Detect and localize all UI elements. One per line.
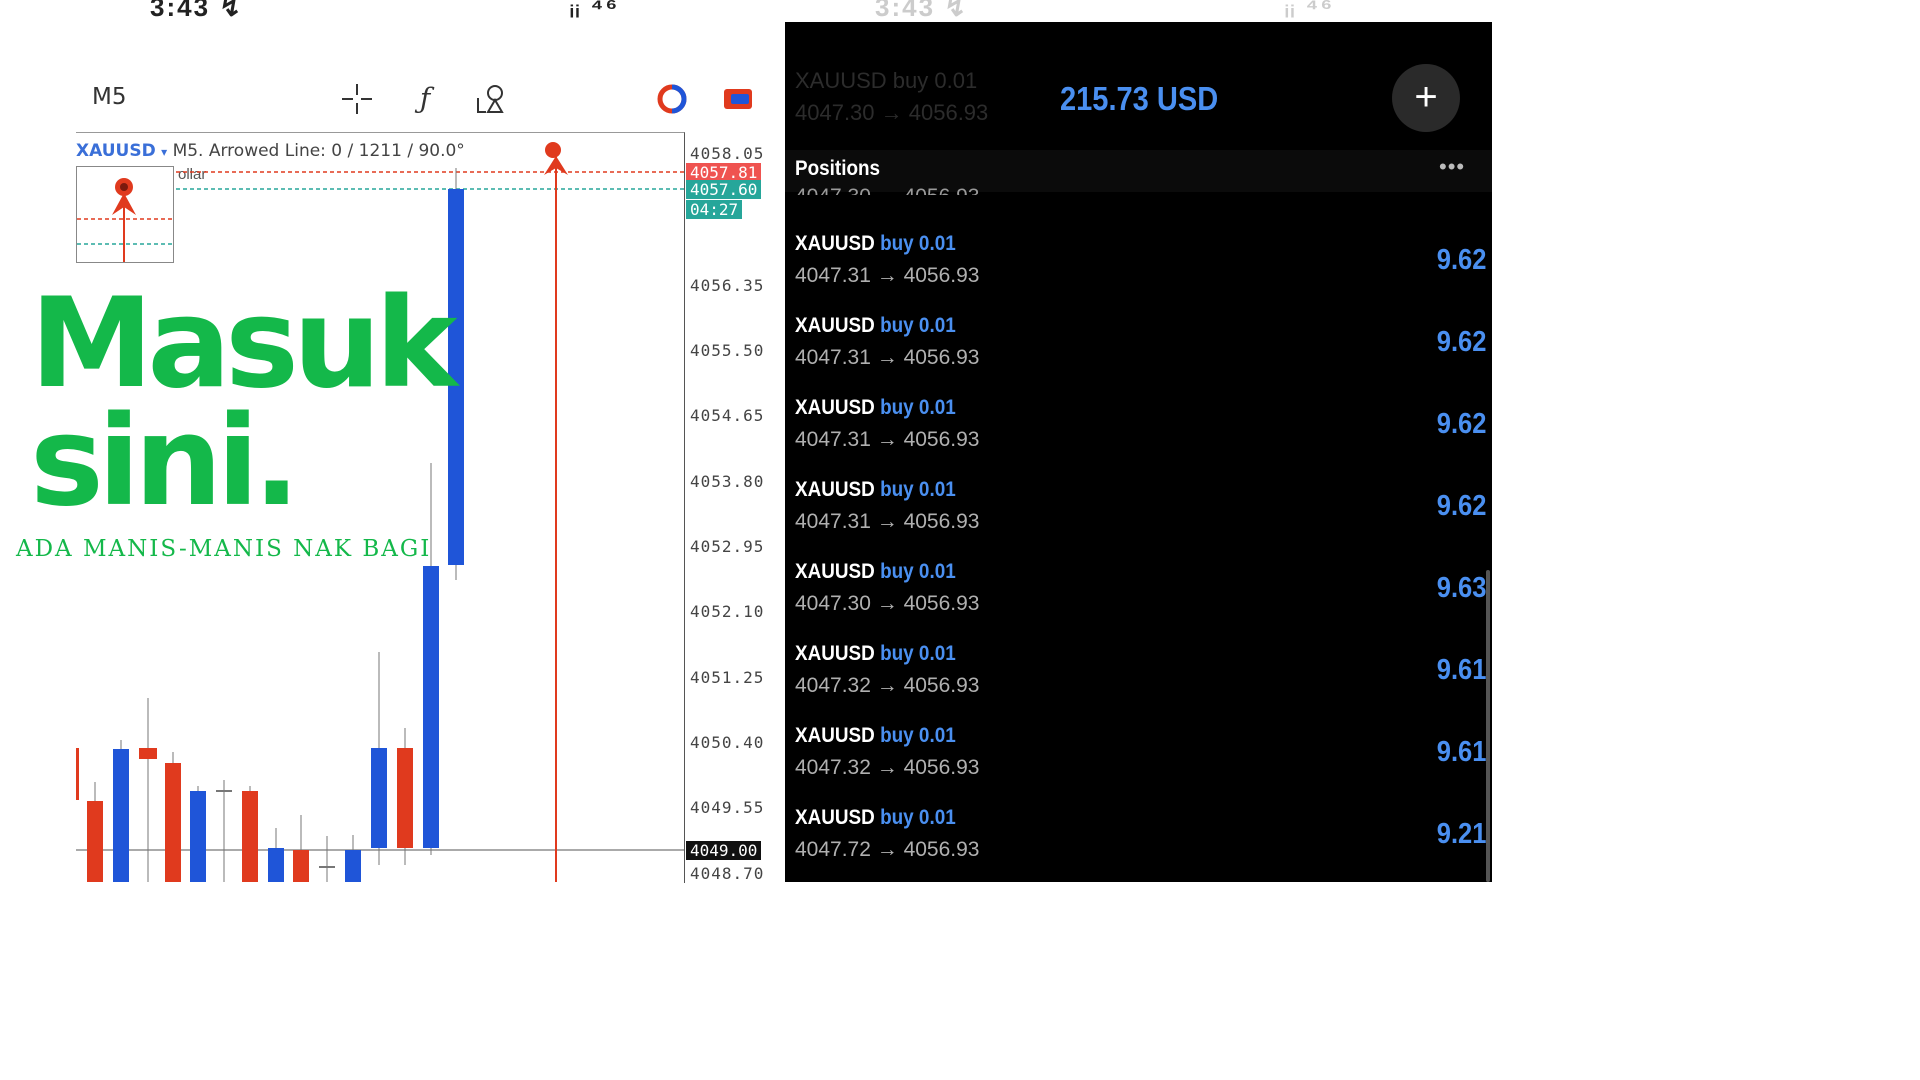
- position-row[interactable]: XAUUSD buy 0.01 4047.31 → 4056.93 9.62: [785, 478, 1492, 560]
- right-margin: [1492, 0, 1543, 882]
- position-side: buy 0.01: [880, 396, 956, 419]
- position-symbol: XAUUSD buy 0.01: [795, 560, 956, 584]
- more-options-icon[interactable]: •••: [1439, 154, 1465, 180]
- position-prices: 4047.32 → 4056.93: [795, 756, 980, 779]
- ghost-row-symbol: XAUUSD buy 0.01: [795, 68, 978, 93]
- status-indicators: ᵢᵢ ⁴⁶: [1285, 0, 1335, 22]
- promo-title-line1: Masuk: [30, 272, 458, 416]
- position-symbol: XAUUSD buy 0.01: [795, 806, 956, 830]
- position-symbol-text: XAUUSD: [795, 396, 875, 419]
- position-side: buy 0.01: [880, 642, 956, 665]
- position-side: buy 0.01: [880, 806, 956, 829]
- positions-panel: 3:43 ↯ ᵢᵢ ⁴⁶ XAUUSD buy 0.01 4047.30 → 4…: [785, 0, 1492, 882]
- status-time: 3:43 ↯: [875, 0, 969, 22]
- position-row[interactable]: XAUUSD buy 0.01 4047.31 → 4056.93 9.62: [785, 396, 1492, 478]
- promo-title: Masuk sini.: [30, 272, 458, 534]
- position-profit: 9.62: [1436, 326, 1486, 358]
- ghost-row-prices: 4047.30 → 4056.93: [795, 100, 989, 125]
- positions-title: Positions: [795, 157, 881, 180]
- position-prices: 4047.31 → 4056.93: [795, 510, 980, 533]
- position-profit: 9.21: [1436, 818, 1486, 850]
- position-row[interactable]: XAUUSD buy 0.01 4047.32 → 4056.93 9.61: [785, 724, 1492, 806]
- position-prices: 4047.30 → 4056.93: [795, 592, 980, 615]
- position-row[interactable]: XAUUSD buy 0.01 4047.31 → 4056.93 9.62: [785, 314, 1492, 396]
- promo-tagline: ADA MANIS-MANIS NAK BAGI: [16, 536, 432, 562]
- position-symbol: XAUUSD buy 0.01: [795, 642, 956, 666]
- position-prices: 4047.32 → 4056.93: [795, 674, 980, 697]
- position-profit: 9.61: [1436, 654, 1486, 686]
- position-symbol: XAUUSD buy 0.01: [795, 396, 956, 420]
- position-prices: 4047.31 → 4056.93: [795, 346, 980, 369]
- account-balance: 215.73 USD: [1060, 80, 1219, 117]
- position-profit: 9.61: [1436, 736, 1486, 768]
- position-symbol: XAUUSD buy 0.01: [795, 314, 956, 338]
- position-profit: 9.63: [1436, 572, 1486, 604]
- position-symbol-text: XAUUSD: [795, 642, 875, 665]
- position-symbol: XAUUSD buy 0.01: [795, 724, 956, 748]
- position-row[interactable]: XAUUSD buy 0.01 4047.32 → 4056.93 9.61: [785, 642, 1492, 724]
- position-symbol-text: XAUUSD: [795, 724, 875, 747]
- position-profit: 9.62: [1436, 490, 1486, 522]
- position-symbol-text: XAUUSD: [795, 232, 875, 255]
- position-side: buy 0.01: [880, 314, 956, 337]
- position-prices: 4047.31 → 4056.93: [795, 428, 980, 451]
- position-row[interactable]: XAUUSD buy 0.01 4047.72 → 4056.93 9.21: [785, 806, 1492, 882]
- position-symbol-text: XAUUSD: [795, 314, 875, 337]
- position-side: buy 0.01: [880, 478, 956, 501]
- position-symbol: XAUUSD buy 0.01: [795, 232, 956, 256]
- position-symbol: XAUUSD buy 0.01: [795, 478, 956, 502]
- scrollbar[interactable]: [1486, 570, 1490, 882]
- position-symbol-text: XAUUSD: [795, 478, 875, 501]
- position-symbol-text: XAUUSD: [795, 806, 875, 829]
- position-profit: 9.62: [1436, 244, 1486, 276]
- add-position-button[interactable]: +: [1392, 64, 1460, 132]
- position-prices: 4047.31 → 4056.93: [795, 264, 980, 287]
- chart-panel: 3:43 ↯ ᵢᵢ ⁴⁶ M5 ƒ XAUUSD ▾ M5. Arrowed L…: [0, 0, 785, 883]
- promo-title-line2: sini.: [30, 390, 300, 534]
- position-side: buy 0.01: [880, 560, 956, 583]
- position-side: buy 0.01: [880, 724, 956, 747]
- position-side: buy 0.01: [880, 232, 956, 255]
- position-row[interactable]: XAUUSD buy 0.01 4047.30 → 4056.93 9.63: [785, 560, 1492, 642]
- position-profit: 9.62: [1436, 408, 1486, 440]
- position-symbol-text: XAUUSD: [795, 560, 875, 583]
- position-prices: 4047.72 → 4056.93: [795, 838, 980, 861]
- position-row[interactable]: XAUUSD buy 0.01 4047.31 → 4056.93 9.62: [785, 232, 1492, 314]
- partial-row: 4047.30 → 4056.93: [795, 180, 980, 195]
